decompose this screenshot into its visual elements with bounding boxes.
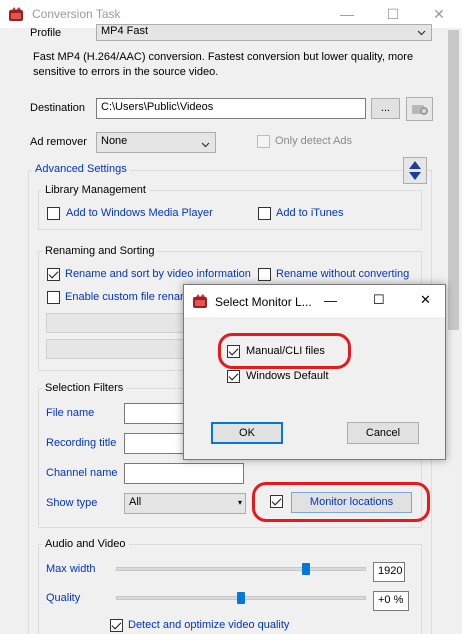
max-width-slider-thumb[interactable] bbox=[302, 563, 310, 575]
app-logo-icon bbox=[192, 293, 208, 312]
dialog-title: Select Monitor L... bbox=[215, 295, 312, 309]
quality-label: Quality bbox=[46, 592, 81, 604]
highlight-manual-cli bbox=[218, 333, 351, 369]
dialog-maximize-button[interactable]: ☐ bbox=[373, 292, 385, 308]
max-width-slider[interactable] bbox=[116, 560, 366, 580]
windows-default-checkbox[interactable] bbox=[227, 370, 240, 383]
window-title: Conversion Task bbox=[32, 7, 121, 21]
profile-description: Fast MP4 (H.264/AAC) conversion. Fastest… bbox=[33, 51, 414, 78]
collapse-expand-button[interactable] bbox=[403, 157, 427, 184]
select-monitor-dialog: Select Monitor L... — ☐ ✕ Manual/CLI fil… bbox=[183, 284, 446, 460]
custom-rename-label: Enable custom file renam bbox=[65, 291, 190, 303]
selection-filters-title: Selection Filters bbox=[42, 382, 127, 394]
add-to-wmp-checkbox[interactable] bbox=[47, 207, 60, 220]
browse-button[interactable]: ... bbox=[371, 98, 400, 119]
ad-remover-label: Ad remover bbox=[30, 136, 87, 148]
rename-sort-label: Rename and sort by video information bbox=[65, 268, 251, 280]
detect-optimize-checkbox[interactable] bbox=[110, 619, 123, 632]
max-width-label: Max width bbox=[46, 563, 96, 575]
max-width-slider-track bbox=[116, 567, 366, 571]
add-to-itunes-checkbox[interactable] bbox=[258, 207, 271, 220]
chevron-down-icon bbox=[201, 139, 210, 151]
custom-rename-checkbox[interactable] bbox=[47, 291, 60, 304]
destination-input[interactable]: C:\Users\Public\Videos bbox=[96, 98, 366, 119]
only-detect-ads-checkbox[interactable] bbox=[257, 135, 270, 148]
audio-video-title: Audio and Video bbox=[42, 538, 129, 550]
show-type-label: Show type bbox=[46, 497, 98, 509]
windows-default-label: Windows Default bbox=[246, 370, 329, 382]
add-to-wmp-label: Add to Windows Media Player bbox=[66, 207, 213, 219]
rename-sort-checkbox[interactable] bbox=[47, 268, 60, 281]
rename-without-converting-label: Rename without converting bbox=[276, 268, 410, 280]
show-type-select[interactable]: All ▾ bbox=[124, 493, 246, 514]
only-detect-ads-label: Only detect Ads bbox=[275, 135, 353, 147]
file-name-label: File name bbox=[46, 407, 95, 419]
cancel-button[interactable]: Cancel bbox=[347, 422, 419, 444]
max-width-value[interactable]: 1920 bbox=[373, 562, 405, 582]
channel-name-label: Channel name bbox=[46, 467, 118, 479]
ad-remover-value: None bbox=[101, 135, 128, 147]
rename-without-converting-checkbox[interactable] bbox=[258, 268, 271, 281]
recording-title-input[interactable] bbox=[124, 433, 188, 454]
renaming-sorting-title: Renaming and Sorting bbox=[42, 245, 158, 257]
show-type-value: All bbox=[129, 496, 142, 508]
dialog-minimize-button[interactable]: — bbox=[324, 293, 337, 308]
dropdown-arrow-icon: ▾ bbox=[237, 498, 242, 507]
detect-optimize-label: Detect and optimize video quality bbox=[128, 619, 290, 631]
ok-button[interactable]: OK bbox=[211, 422, 283, 444]
quality-slider[interactable] bbox=[116, 589, 366, 609]
recording-title-label: Recording title bbox=[46, 437, 117, 449]
file-name-input[interactable] bbox=[124, 403, 188, 424]
dialog-close-button[interactable]: ✕ bbox=[420, 292, 431, 308]
app-logo-icon bbox=[8, 6, 24, 22]
advanced-settings-label: Advanced Settings bbox=[32, 163, 130, 175]
profile-select[interactable]: MP4 Fast bbox=[96, 24, 432, 41]
ad-remover-select[interactable]: None bbox=[96, 132, 216, 153]
chevron-down-icon bbox=[417, 27, 426, 39]
quality-value[interactable]: +0 % bbox=[373, 591, 409, 611]
network-folder-button[interactable] bbox=[406, 97, 433, 121]
channel-name-input[interactable] bbox=[124, 463, 244, 484]
add-to-itunes-label: Add to iTunes bbox=[276, 207, 344, 219]
quality-slider-thumb[interactable] bbox=[237, 592, 245, 604]
scrollbar-thumb[interactable] bbox=[448, 30, 459, 330]
up-down-arrows-icon bbox=[404, 161, 426, 186]
library-management-title: Library Management bbox=[42, 184, 149, 196]
vertical-scrollbar[interactable] bbox=[445, 28, 462, 634]
custom-rename-folder-field[interactable] bbox=[46, 339, 206, 359]
custom-rename-pattern-field[interactable] bbox=[46, 313, 206, 333]
profile-label: Profile bbox=[30, 27, 62, 39]
destination-label: Destination bbox=[30, 102, 86, 114]
highlight-monitor-locations bbox=[252, 482, 430, 522]
dialog-title-bar: Select Monitor L... — ☐ ✕ bbox=[184, 285, 445, 317]
network-folder-icon bbox=[410, 105, 430, 120]
profile-value: MP4 Fast bbox=[101, 25, 149, 37]
